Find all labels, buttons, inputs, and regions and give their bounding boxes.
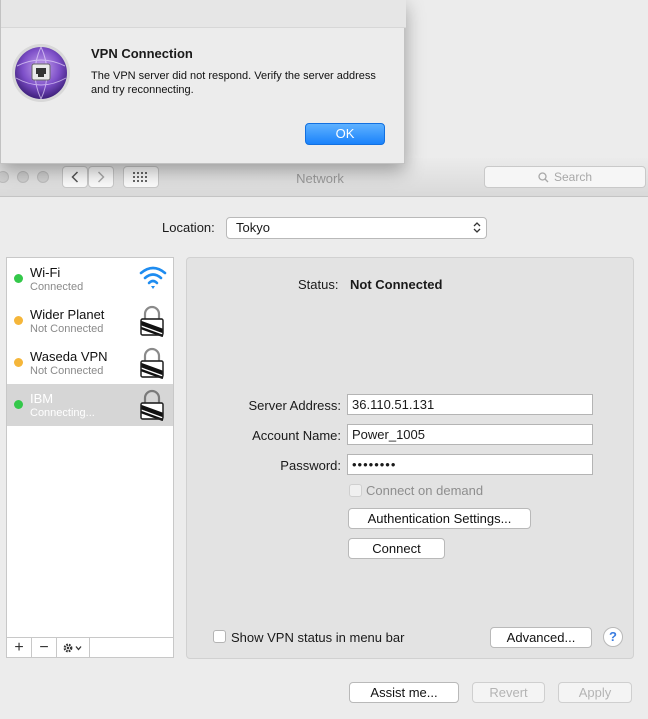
show-vpn-status-label: Show VPN status in menu bar bbox=[231, 630, 405, 645]
service-status: Not Connected bbox=[30, 323, 104, 335]
status-value: Not Connected bbox=[350, 277, 443, 292]
authentication-settings-button[interactable]: Authentication Settings... bbox=[348, 508, 531, 529]
account-name-field[interactable]: Power_1005 bbox=[347, 424, 593, 445]
password-field[interactable]: •••••••• bbox=[347, 454, 593, 475]
gear-icon bbox=[63, 643, 82, 652]
status-label: Status: bbox=[298, 277, 339, 292]
connect-on-demand-label: Connect on demand bbox=[366, 483, 484, 498]
revert-button[interactable]: Revert bbox=[472, 682, 545, 703]
remove-service-button[interactable]: − bbox=[32, 638, 57, 657]
alert-top-strip bbox=[1, 0, 406, 28]
status-dot bbox=[14, 358, 23, 367]
network-prefs-icon bbox=[12, 44, 70, 102]
service-item-waseda-vpn[interactable]: Waseda VPN Not Connected bbox=[7, 342, 173, 384]
show-vpn-status-checkbox[interactable] bbox=[213, 630, 226, 643]
help-button[interactable]: ? bbox=[603, 627, 623, 647]
search-icon bbox=[538, 171, 549, 182]
status-dot bbox=[14, 400, 23, 409]
service-name: Waseda VPN bbox=[30, 349, 108, 364]
password-label: Password: bbox=[280, 458, 341, 473]
location-value: Tokyo bbox=[236, 220, 270, 235]
service-status: Not Connected bbox=[30, 365, 104, 377]
server-address-label: Server Address: bbox=[248, 398, 342, 413]
service-name: IBM bbox=[30, 391, 54, 406]
updown-arrows-icon bbox=[473, 222, 481, 233]
service-name: Wi-Fi bbox=[30, 265, 61, 280]
location-select[interactable]: Tokyo bbox=[226, 217, 487, 239]
alert-title: VPN Connection bbox=[91, 46, 193, 61]
server-address-field[interactable]: 36.110.51.131 bbox=[347, 394, 593, 415]
add-service-button[interactable]: + bbox=[7, 638, 32, 657]
vpn-lock-icon bbox=[140, 389, 164, 421]
vpn-lock-icon bbox=[140, 305, 164, 337]
status-dot bbox=[14, 274, 23, 283]
service-item-wifi[interactable]: Wi-Fi Connected bbox=[7, 258, 173, 300]
alert-message: The VPN server did not respond. Verify t… bbox=[91, 70, 376, 96]
wifi-icon bbox=[139, 266, 167, 289]
ok-button[interactable]: OK bbox=[305, 123, 385, 145]
vpn-lock-icon bbox=[140, 347, 164, 379]
vpn-alert-dialog: VPN Connection The VPN server did not re… bbox=[0, 0, 406, 164]
service-status: Connected bbox=[30, 281, 84, 293]
service-item-wider-planet[interactable]: Wider Planet Not Connected bbox=[7, 300, 173, 342]
advanced-button[interactable]: Advanced... bbox=[490, 627, 592, 648]
location-label: Location: bbox=[162, 220, 215, 235]
status-dot bbox=[14, 316, 23, 325]
account-name-label: Account Name: bbox=[252, 428, 341, 443]
connect-button[interactable]: Connect bbox=[348, 538, 445, 559]
assist-me-button[interactable]: Assist me... bbox=[349, 682, 459, 703]
service-actions-button[interactable] bbox=[57, 638, 90, 657]
connect-on-demand-checkbox[interactable] bbox=[349, 484, 362, 497]
search-input[interactable]: Search bbox=[484, 166, 646, 188]
service-item-ibm[interactable]: IBM Connecting... bbox=[7, 384, 173, 426]
apply-button[interactable]: Apply bbox=[558, 682, 632, 703]
service-list-controls: + − bbox=[6, 637, 174, 658]
service-status: Connecting... bbox=[30, 407, 95, 419]
search-placeholder: Search bbox=[553, 170, 593, 184]
service-name: Wider Planet bbox=[30, 307, 105, 322]
service-list: Wi-Fi Connected Wider Planet Not Connect… bbox=[6, 257, 174, 637]
